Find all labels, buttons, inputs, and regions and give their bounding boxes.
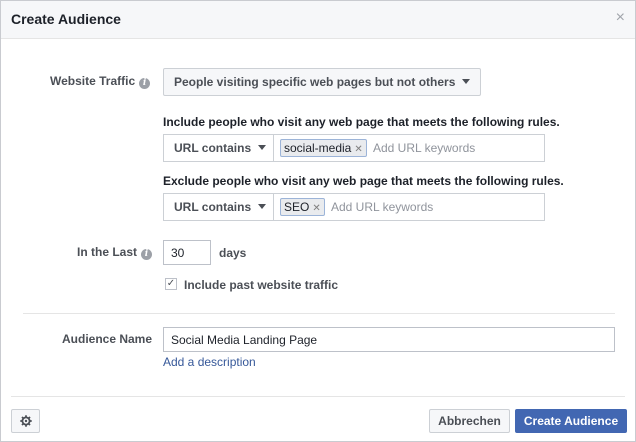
website-traffic-dropdown[interactable]: People visiting specific web pages but n… [163,68,482,96]
exclude-rule-row: URL contains SEO ✕ [163,193,545,221]
exclude-keyword-input[interactable] [331,198,536,216]
chevron-down-icon [258,145,267,150]
include-condition-dropdown[interactable]: URL contains [164,135,274,161]
create-audience-dialog: Create Audience × Website Traffic i Peopl… [0,0,636,442]
exclude-condition-dropdown[interactable]: URL contains [164,194,274,220]
audience-name-label: Audience Name [62,332,153,346]
include-keyword-input[interactable] [373,139,538,157]
settings-button[interactable] [11,409,40,433]
keyword-token: social-media ✕ [280,139,367,157]
website-traffic-label-text: Website Traffic [50,74,136,88]
chevron-down-icon [462,79,471,84]
include-past-traffic-label: Include past website traffic [184,278,339,292]
in-the-last-label-text: In the Last [77,245,138,259]
create-audience-button[interactable]: Create Audience [515,409,627,433]
days-unit: days [219,246,247,260]
exclude-rule-heading: Exclude people who visit any web page th… [163,174,564,188]
footer-divider [11,396,625,397]
include-rule-heading: Include people who visit any web page th… [163,115,560,129]
dialog-title: Create Audience [11,11,121,27]
info-icon[interactable]: i [139,78,151,89]
remove-token-icon[interactable]: ✕ [354,144,362,155]
keyword-token-label: social-media [284,141,352,155]
remove-token-icon[interactable]: ✕ [312,203,320,214]
include-condition-label: URL contains [174,141,252,155]
keyword-token: SEO ✕ [280,198,325,216]
gear-icon [20,415,32,427]
exclude-condition-label: URL contains [174,200,252,214]
cancel-button[interactable]: Abbrechen [429,409,510,433]
include-rule-row: URL contains social-media ✕ [163,134,545,162]
website-traffic-label: Website Traffic i [50,74,151,89]
audience-name-input[interactable] [163,327,615,352]
chevron-down-icon [258,204,267,209]
include-past-traffic-checkbox[interactable]: ✓ [165,278,177,290]
divider [23,313,615,314]
in-the-last-label: In the Last i [77,245,153,260]
add-description-link[interactable]: Add a description [163,355,256,369]
dialog-header: Create Audience × [1,1,635,39]
info-icon[interactable]: i [141,249,153,260]
days-input[interactable] [163,240,211,265]
close-icon[interactable]: × [616,10,625,26]
website-traffic-dropdown-label: People visiting specific web pages but n… [174,75,456,89]
keyword-token-label: SEO [284,200,310,214]
